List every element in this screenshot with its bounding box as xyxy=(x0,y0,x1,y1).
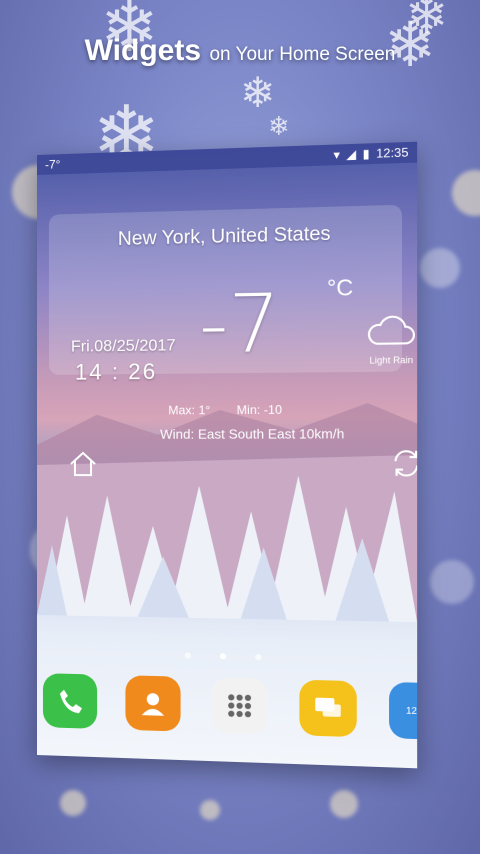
bokeh-light xyxy=(420,248,460,288)
page-dot[interactable] xyxy=(184,652,191,659)
page-indicator xyxy=(37,642,417,669)
condition-label: Light Rain xyxy=(369,354,414,366)
signal-icon: ◢ xyxy=(346,146,357,162)
app-dock: 12 30 xyxy=(37,673,418,747)
snowflake-icon: ❄ xyxy=(240,68,276,117)
contacts-app-icon[interactable] xyxy=(125,675,181,732)
min-temp: Min: -10 xyxy=(236,402,283,418)
weather-app-time: 12 30 xyxy=(406,705,417,717)
condition-block: Light Rain xyxy=(359,314,417,366)
status-temp: -7° xyxy=(44,157,61,172)
refresh-icon[interactable] xyxy=(389,447,417,480)
max-temp: Max: 1° xyxy=(168,402,211,418)
bokeh-light xyxy=(200,800,220,820)
home-icon[interactable] xyxy=(67,448,99,480)
promo-headline: Widgets on Your Home Screen xyxy=(0,34,480,68)
status-time: 12:35 xyxy=(376,145,409,161)
bokeh-light xyxy=(330,790,358,818)
time-label: 14 : 26 xyxy=(74,358,158,385)
headline-bold: Widgets xyxy=(84,34,202,67)
phone-app-icon[interactable] xyxy=(42,673,98,729)
bokeh-light xyxy=(452,170,480,216)
cloud-icon xyxy=(366,314,416,348)
weather-app-icon[interactable]: 12 30 xyxy=(389,681,418,741)
bokeh-light xyxy=(60,790,86,816)
wifi-icon: ▾ xyxy=(333,147,340,163)
temperature-unit: °C xyxy=(326,274,354,301)
min-max-row: Max: 1° Min: -10 xyxy=(168,402,305,418)
bokeh-light xyxy=(430,560,474,604)
date-label: Fri.08/25/2017 xyxy=(70,337,176,356)
page-dot[interactable] xyxy=(255,653,263,661)
temperature-value: -7 xyxy=(199,278,281,372)
apps-drawer-icon[interactable] xyxy=(211,677,268,735)
snowflake-icon: ❄ xyxy=(268,112,290,142)
messages-app-icon[interactable] xyxy=(299,679,357,738)
battery-icon: ▮ xyxy=(362,146,370,162)
headline-rest: on Your Home Screen xyxy=(209,44,396,65)
wind-label: Wind: East South East 10km/h xyxy=(160,425,345,442)
page-dot-active[interactable] xyxy=(219,653,227,660)
phone-screen: -7° ▾ ◢ ▮ 12:35 New York, United States … xyxy=(37,141,418,769)
